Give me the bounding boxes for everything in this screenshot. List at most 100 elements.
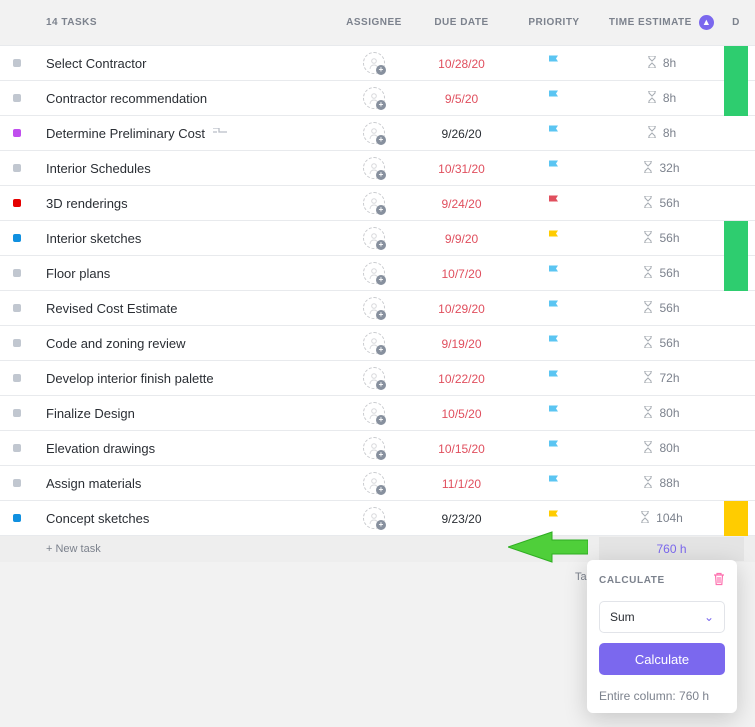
priority-flag-icon[interactable] [547,404,562,419]
priority-flag-icon[interactable] [547,194,562,209]
status-square[interactable] [13,339,21,347]
task-name[interactable]: Interior Schedules [46,161,151,176]
due-date[interactable]: 10/5/20 [441,407,481,421]
priority-flag-icon[interactable] [547,54,562,69]
aggregate-select[interactable]: Sum ⌄ [599,601,725,633]
due-date[interactable]: 9/26/20 [441,127,481,141]
table-row[interactable]: Assign materials+11/1/2088h [0,466,755,501]
priority-flag-icon[interactable] [547,474,562,489]
due-date[interactable]: 10/22/20 [438,372,485,386]
time-estimate-value[interactable]: 88h [659,476,679,490]
table-row[interactable]: Determine Preliminary Cost +9/26/20 8h [0,116,755,151]
priority-flag-icon[interactable] [547,89,562,104]
due-date[interactable]: 9/19/20 [441,337,481,351]
task-name[interactable]: Floor plans [46,266,110,281]
due-date[interactable]: 10/29/20 [438,302,485,316]
task-name[interactable]: Interior sketches [46,231,141,246]
task-name[interactable]: Concept sketches [46,511,149,526]
time-estimate-value[interactable]: 8h [663,91,676,105]
status-square[interactable] [13,129,21,137]
time-estimate-value[interactable]: 32h [659,161,679,175]
status-square[interactable] [13,444,21,452]
table-row[interactable]: Select Contractor +10/28/20 8h [0,46,755,81]
status-square[interactable] [13,199,21,207]
status-square[interactable] [13,374,21,382]
time-estimate-value[interactable]: 80h [659,406,679,420]
table-row[interactable]: Floor plans +10/7/20 56h [0,256,755,291]
task-name[interactable]: Develop interior finish palette [46,371,214,386]
assignee-add-button[interactable]: + [363,157,385,179]
due-date[interactable]: 9/5/20 [445,92,478,106]
status-square[interactable] [13,59,21,67]
table-row[interactable]: Revised Cost Estimate +10/29/20 56h [0,291,755,326]
sort-indicator-icon[interactable]: ▲ [699,15,714,30]
due-date[interactable]: 10/31/20 [438,162,485,176]
table-row[interactable]: Contractor recommendation +9/5/20 8h [0,81,755,116]
assignee-add-button[interactable]: + [363,87,385,109]
task-name[interactable]: Assign materials [46,476,141,491]
priority-flag-icon[interactable] [547,509,562,524]
time-estimate-value[interactable]: 56h [659,266,679,280]
priority-flag-icon[interactable] [547,334,562,349]
priority-flag-icon[interactable] [547,264,562,279]
status-square[interactable] [13,94,21,102]
status-square[interactable] [13,304,21,312]
calculate-button[interactable]: Calculate [599,643,725,675]
priority-flag-icon[interactable] [547,229,562,244]
assignee-add-button[interactable]: + [363,367,385,389]
time-estimate-value[interactable]: 8h [663,56,676,70]
new-task-button[interactable]: + New task [34,543,334,555]
time-estimate-value[interactable]: 80h [659,441,679,455]
time-estimate-value[interactable]: 72h [659,371,679,385]
task-name[interactable]: Code and zoning review [46,336,185,351]
task-name[interactable]: Determine Preliminary Cost [46,126,205,141]
priority-flag-icon[interactable] [547,369,562,384]
due-date[interactable]: 10/7/20 [441,267,481,281]
table-row[interactable]: Concept sketches+9/23/20104h [0,501,755,536]
column-header-assignee[interactable]: ASSIGNEE [334,17,414,28]
due-date[interactable]: 9/9/20 [445,232,478,246]
status-square[interactable] [13,514,21,522]
time-estimate-value[interactable]: 56h [659,336,679,350]
table-row[interactable]: 3D renderings+9/24/2056h [0,186,755,221]
column-header-priority[interactable]: PRIORITY [509,17,599,28]
status-square[interactable] [13,409,21,417]
time-estimate-value[interactable]: 8h [663,126,676,140]
assignee-add-button[interactable]: + [363,52,385,74]
task-name[interactable]: Finalize Design [46,406,135,421]
assignee-add-button[interactable]: + [363,507,385,529]
time-estimate-value[interactable]: 56h [659,196,679,210]
priority-flag-icon[interactable] [547,299,562,314]
priority-flag-icon[interactable] [547,124,562,139]
time-estimate-value[interactable]: 56h [659,301,679,315]
status-square[interactable] [13,269,21,277]
table-row[interactable]: Elevation drawings+10/15/2080h [0,431,755,466]
delete-icon[interactable] [713,572,725,589]
task-name[interactable]: Select Contractor [46,56,146,71]
assignee-add-button[interactable]: + [363,122,385,144]
column-sum-box[interactable]: 760 h [599,537,744,561]
due-date[interactable]: 10/15/20 [438,442,485,456]
priority-flag-icon[interactable] [547,159,562,174]
table-row[interactable]: Interior Schedules +10/31/20 32h [0,151,755,186]
subtasks-icon[interactable] [213,128,227,138]
assignee-add-button[interactable]: + [363,192,385,214]
task-name[interactable]: Revised Cost Estimate [46,301,178,316]
due-date[interactable]: 10/28/20 [438,57,485,71]
status-square[interactable] [13,234,21,242]
task-name[interactable]: Contractor recommendation [46,91,207,106]
table-row[interactable]: Finalize Design +10/5/20 80h [0,396,755,431]
assignee-add-button[interactable]: + [363,437,385,459]
assignee-add-button[interactable]: + [363,402,385,424]
assignee-add-button[interactable]: + [363,297,385,319]
status-square[interactable] [13,479,21,487]
column-header-time-estimate[interactable]: TIME ESTIMATE ▲ [599,15,724,30]
due-date[interactable]: 11/1/20 [442,477,481,491]
assignee-add-button[interactable]: + [363,227,385,249]
table-row[interactable]: Develop interior finish palette +10/22/20… [0,361,755,396]
time-estimate-value[interactable]: 56h [659,231,679,245]
due-date[interactable]: 9/24/20 [441,197,481,211]
assignee-add-button[interactable]: + [363,332,385,354]
assignee-add-button[interactable]: + [363,262,385,284]
time-estimate-value[interactable]: 104h [656,511,683,525]
